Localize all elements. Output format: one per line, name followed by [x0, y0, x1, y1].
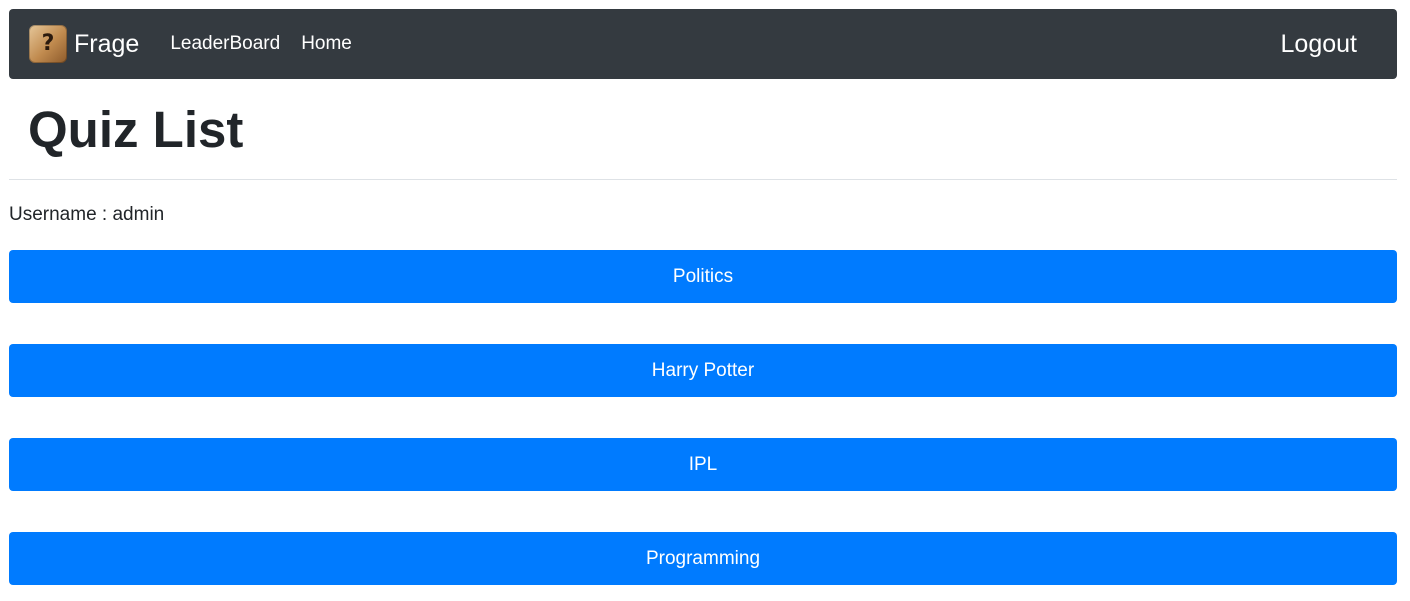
- quiz-button-ipl[interactable]: IPL: [9, 438, 1397, 491]
- quiz-button-harry-potter[interactable]: Harry Potter: [9, 344, 1397, 397]
- question-block-icon: ?: [29, 25, 67, 63]
- quiz-button-politics[interactable]: Politics: [9, 250, 1397, 303]
- page-title: Quiz List: [28, 101, 244, 158]
- nav-link-leaderboard[interactable]: LeaderBoard: [170, 33, 280, 55]
- title-divider: [9, 179, 1397, 180]
- brand-link[interactable]: ? Frage: [29, 25, 139, 63]
- logout-link[interactable]: Logout: [1281, 30, 1357, 59]
- brand-name: Frage: [74, 29, 140, 58]
- quiz-button-programming[interactable]: Programming: [9, 532, 1397, 585]
- quiz-list: Politics Harry Potter IPL Programming: [9, 250, 1397, 601]
- logo-glyph: ?: [41, 31, 55, 56]
- username-label: Username : admin: [9, 204, 165, 225]
- navbar: ? Frage LeaderBoard Home Logout: [9, 9, 1397, 79]
- nav-link-home[interactable]: Home: [301, 33, 352, 55]
